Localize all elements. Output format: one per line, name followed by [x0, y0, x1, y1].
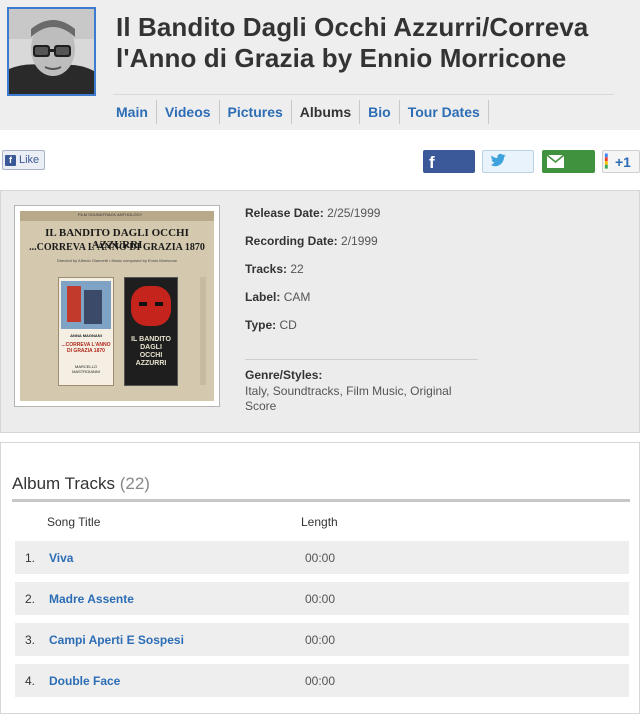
tracks-row: Tracks: 22: [245, 262, 304, 276]
nav-bio[interactable]: Bio: [360, 100, 400, 124]
track-length: 00:00: [305, 633, 336, 647]
track-number: 1.: [25, 551, 36, 565]
track-row: 3. Campi Aperti E Sospesi 00:00: [15, 623, 629, 656]
artist-portrait-image: [9, 9, 94, 94]
track-title-link[interactable]: Double Face: [49, 674, 120, 688]
artist-header: Il Bandito Dagli Occhi Azzurri/Correva l…: [0, 0, 640, 130]
nav-videos[interactable]: Videos: [157, 100, 220, 124]
envelope-icon: [546, 154, 565, 168]
label-row: Label: CAM: [245, 290, 311, 304]
genre-value: Italy, Soundtracks, Film Music, Original…: [245, 384, 452, 413]
plus-one-label: +1: [615, 154, 631, 170]
album-cover[interactable]: Film Soundtrack Anthology IL BANDITO DAG…: [14, 205, 220, 407]
genre-label: Genre/Styles:: [245, 368, 323, 382]
cover-header-text: Film Soundtrack Anthology: [78, 212, 143, 217]
facebook-icon: f: [5, 154, 16, 166]
facebook-share-icon: f: [429, 153, 435, 172]
nav-main[interactable]: Main: [108, 100, 157, 124]
cover-title-line2: ...CORREVA L'ANNO DI GRAZIA 1870: [29, 242, 205, 253]
right-film-poster: IL BANDITO DAGLI OCCHI AZZURRI: [124, 277, 178, 386]
album-info-panel: Film Soundtrack Anthology IL BANDITO DAG…: [0, 190, 640, 433]
artist-nav: Main Videos Pictures Albums Bio Tour Dat…: [108, 100, 489, 124]
track-row: 4. Double Face 00:00: [15, 664, 629, 697]
track-row: 1. Viva 00:00: [15, 541, 629, 574]
nav-tour-dates[interactable]: Tour Dates: [400, 100, 489, 124]
right-poster-title: IL BANDITO DAGLI OCCHI AZZURRI: [131, 336, 171, 367]
svg-text:f: f: [429, 153, 435, 172]
album-tracks-panel: Album Tracks (22) Song Title Length 1. V…: [0, 442, 640, 714]
nav-pictures[interactable]: Pictures: [220, 100, 292, 124]
type-row: Type: CD: [245, 318, 297, 332]
page-title: Il Bandito Dagli Occhi Azzurri/Correva l…: [116, 12, 589, 73]
album-facts: Release Date: 2/25/1999 Recording Date: …: [245, 205, 485, 345]
google-plus-button[interactable]: +1: [602, 150, 640, 173]
track-length: 00:00: [305, 674, 336, 688]
song-title-column-header: Song Title: [47, 515, 101, 529]
tracks-heading: Album Tracks (22): [12, 474, 150, 494]
tracks-value: 22: [290, 262, 304, 276]
track-length: 00:00: [305, 592, 336, 606]
tracks-heading-label: Album Tracks: [12, 474, 115, 493]
like-label: Like: [19, 154, 40, 166]
recording-date-value: 2/1999: [341, 234, 378, 248]
facebook-like-button[interactable]: f Like: [2, 150, 46, 170]
track-row: 2. Madre Assente 00:00: [15, 582, 629, 615]
nav-albums[interactable]: Albums: [292, 100, 361, 124]
twitter-bird-icon: [491, 153, 506, 167]
left-poster-top-text: ANNA MAGNANI: [70, 333, 102, 338]
genre-styles: Genre/Styles: Italy, Soundtracks, Film M…: [245, 368, 475, 414]
genre-divider: [245, 359, 478, 360]
track-number: 4.: [25, 674, 36, 688]
left-poster-bottom-text: MARCELLO MASTROIANNI: [72, 364, 100, 374]
label-value: CAM: [283, 290, 311, 304]
left-poster-title: ...CORREVA L'ANNO DI GRAZIA 1870: [61, 342, 111, 354]
track-title-link[interactable]: Viva: [49, 551, 73, 565]
header-divider: [113, 94, 614, 95]
tracks-divider: [12, 499, 630, 502]
facebook-share-button[interactable]: f: [423, 150, 475, 173]
release-date-row: Release Date: 2/25/1999: [245, 206, 381, 220]
recording-date-row: Recording Date: 2/1999: [245, 234, 378, 248]
email-share-button[interactable]: [542, 150, 595, 173]
track-title-link[interactable]: Madre Assente: [49, 592, 134, 606]
track-title-link[interactable]: Campi Aperti E Sospesi: [49, 633, 184, 647]
track-number: 2.: [25, 592, 36, 606]
cover-credits: Directed by Alfredo Giannetti • Music co…: [56, 258, 178, 263]
track-length: 00:00: [305, 551, 336, 565]
twitter-share-button[interactable]: [482, 150, 534, 173]
length-column-header: Length: [301, 515, 338, 529]
tracks-count: (22): [119, 474, 150, 493]
album-cover-art: Film Soundtrack Anthology IL BANDITO DAG…: [20, 211, 214, 401]
release-date-value: 2/25/1999: [327, 206, 381, 220]
artist-photo[interactable]: [7, 7, 96, 96]
left-film-poster: ANNA MAGNANI ...CORREVA L'ANNO DI GRAZIA…: [58, 277, 114, 386]
track-number: 3.: [25, 633, 36, 647]
type-value: CD: [279, 318, 297, 332]
